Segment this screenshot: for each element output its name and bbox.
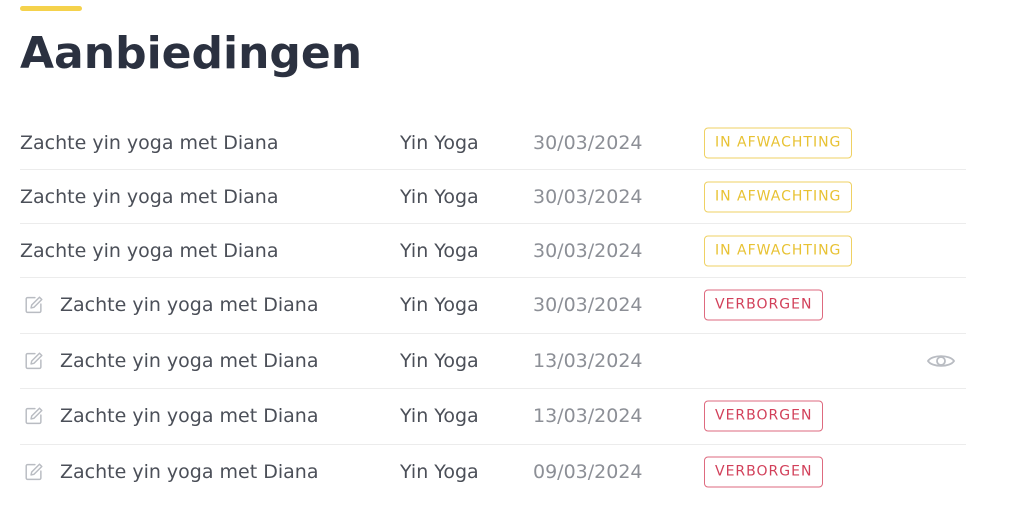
status-badge-pending[interactable]: IN AFWACHTING	[704, 181, 853, 212]
offer-title: Zachte yin yoga met Diana	[20, 239, 279, 262]
offer-title: Zachte yin yoga met Diana	[60, 294, 319, 317]
page-title: Aanbiedingen	[20, 28, 363, 79]
edit-icon[interactable]	[23, 405, 45, 427]
edit-icon[interactable]	[23, 294, 45, 316]
status-badge-pending[interactable]: IN AFWACHTING	[704, 127, 853, 158]
offer-category: Yin Yoga	[400, 294, 479, 317]
eye-icon[interactable]	[926, 351, 956, 371]
offer-date: 30/03/2024	[533, 294, 643, 317]
offers-page: Aanbiedingen Zachte yin yoga met Diana Yi…	[0, 0, 1024, 511]
offer-date: 30/03/2024	[533, 185, 643, 208]
offer-title: Zachte yin yoga met Diana	[60, 349, 319, 372]
offer-row[interactable]: Zachte yin yoga met Diana Yin Yoga 30/03/2…	[20, 116, 966, 170]
status-badge-pending[interactable]: IN AFWACHTING	[704, 235, 853, 266]
status-badge-hidden[interactable]: VERBORGEN	[704, 400, 824, 432]
offer-row[interactable]: Zachte yin yoga met Diana Yin Yoga 30/03/2…	[20, 170, 966, 224]
offer-date: 13/03/2024	[533, 405, 643, 428]
offer-category: Yin Yoga	[400, 405, 479, 428]
offer-row[interactable]: Zachte yin yoga met Diana Yin Yoga 13/03/2…	[20, 334, 966, 389]
offer-row[interactable]: Zachte yin yoga met Diana Yin Yoga 30/03/2…	[20, 224, 966, 278]
offer-category: Yin Yoga	[400, 185, 479, 208]
offer-list: Zachte yin yoga met Diana Yin Yoga 30/03/2…	[20, 116, 966, 500]
offer-category: Yin Yoga	[400, 349, 479, 372]
offer-category: Yin Yoga	[400, 131, 479, 154]
offer-category: Yin Yoga	[400, 239, 479, 262]
offer-date: 13/03/2024	[533, 349, 643, 372]
offer-date: 30/03/2024	[533, 239, 643, 262]
status-badge-hidden[interactable]: VERBORGEN	[704, 456, 824, 488]
offer-title: Zachte yin yoga met Diana	[60, 461, 319, 484]
offer-title: Zachte yin yoga met Diana	[20, 185, 279, 208]
status-badge-hidden[interactable]: VERBORGEN	[704, 289, 824, 321]
offer-row[interactable]: Zachte yin yoga met Diana Yin Yoga 09/03/2…	[20, 445, 966, 501]
offer-title: Zachte yin yoga met Diana	[60, 405, 319, 428]
offer-category: Yin Yoga	[400, 461, 479, 484]
offer-row[interactable]: Zachte yin yoga met Diana Yin Yoga 30/03/2…	[20, 278, 966, 334]
offer-title: Zachte yin yoga met Diana	[20, 131, 279, 154]
edit-icon[interactable]	[23, 350, 45, 372]
title-accent-bar	[20, 6, 82, 11]
offer-date: 09/03/2024	[533, 461, 643, 484]
edit-icon[interactable]	[23, 461, 45, 483]
offer-row[interactable]: Zachte yin yoga met Diana Yin Yoga 13/03/2…	[20, 389, 966, 445]
offer-date: 30/03/2024	[533, 131, 643, 154]
